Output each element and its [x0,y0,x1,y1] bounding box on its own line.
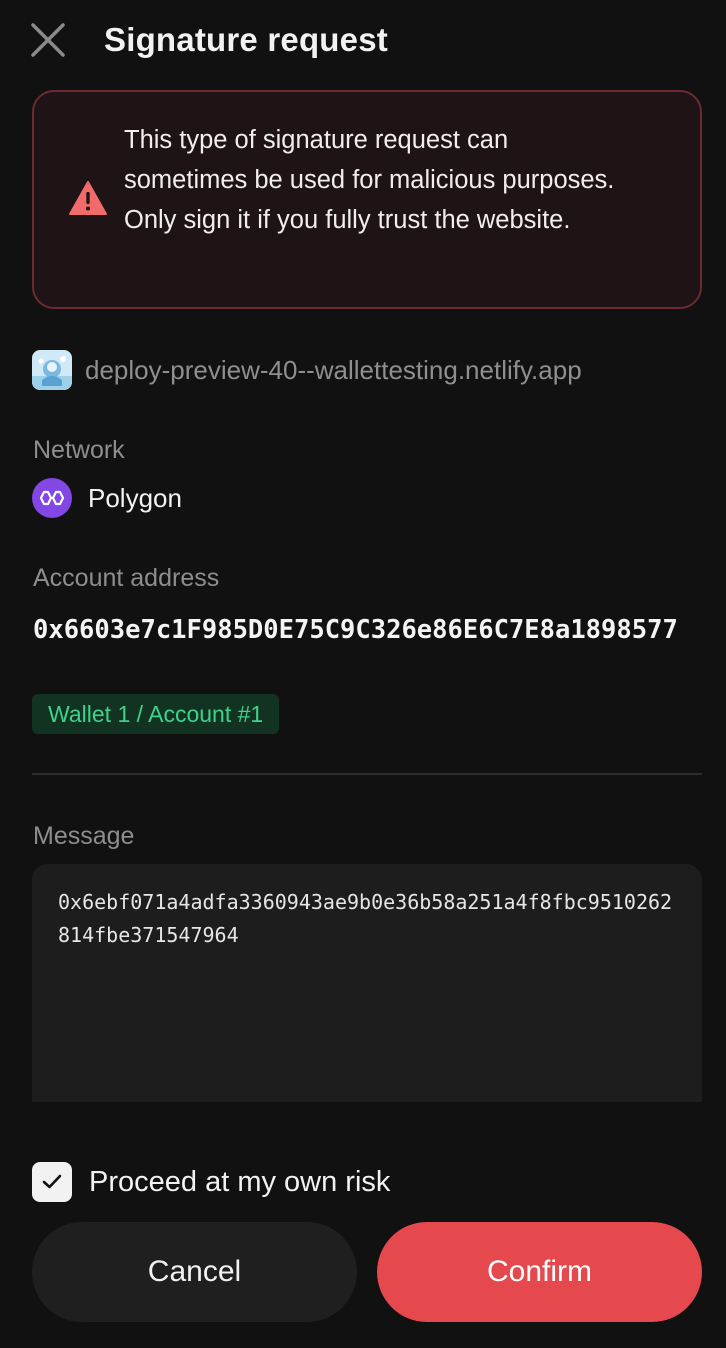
close-button[interactable] [24,16,72,64]
site-logo [32,350,72,390]
message-text: 0x6ebf071a4adfa3360943ae9b0e36b58a251a4f… [58,890,673,947]
account-address: 0x6603e7c1F985D0E75C9C326e86E6C7E8a18985… [33,615,678,645]
confirm-button[interactable]: Confirm [377,1222,702,1322]
signature-request-screen: Signature request This type of signature… [0,0,726,1348]
proceed-label: Proceed at my own risk [89,1165,391,1198]
network-row: Polygon [32,478,182,518]
warning-triangle-icon [69,181,107,215]
close-icon [31,23,65,57]
warning-banner: This type of signature request can somet… [32,90,702,309]
page-title: Signature request [104,21,388,58]
network-label: Network [33,436,125,464]
proceed-checkbox-row[interactable]: Proceed at my own risk [32,1162,390,1202]
message-box[interactable]: 0x6ebf071a4adfa3360943ae9b0e36b58a251a4f… [32,864,702,1102]
origin-url: deploy-preview-40--wallettesting.netlify… [85,354,582,385]
account-address-label: Account address [33,564,220,592]
polygon-icon [32,478,72,518]
proceed-checkbox[interactable] [32,1162,72,1202]
network-name: Polygon [88,482,182,513]
warning-text: This type of signature request can somet… [124,126,615,234]
checkmark-icon [42,1174,62,1189]
origin-row: deploy-preview-40--wallettesting.netlify… [32,350,582,390]
header: Signature request [31,12,694,68]
message-label: Message [33,822,135,850]
divider [32,773,702,775]
cancel-button[interactable]: Cancel [32,1222,357,1322]
account-badge: Wallet 1 / Account #1 [32,694,280,734]
